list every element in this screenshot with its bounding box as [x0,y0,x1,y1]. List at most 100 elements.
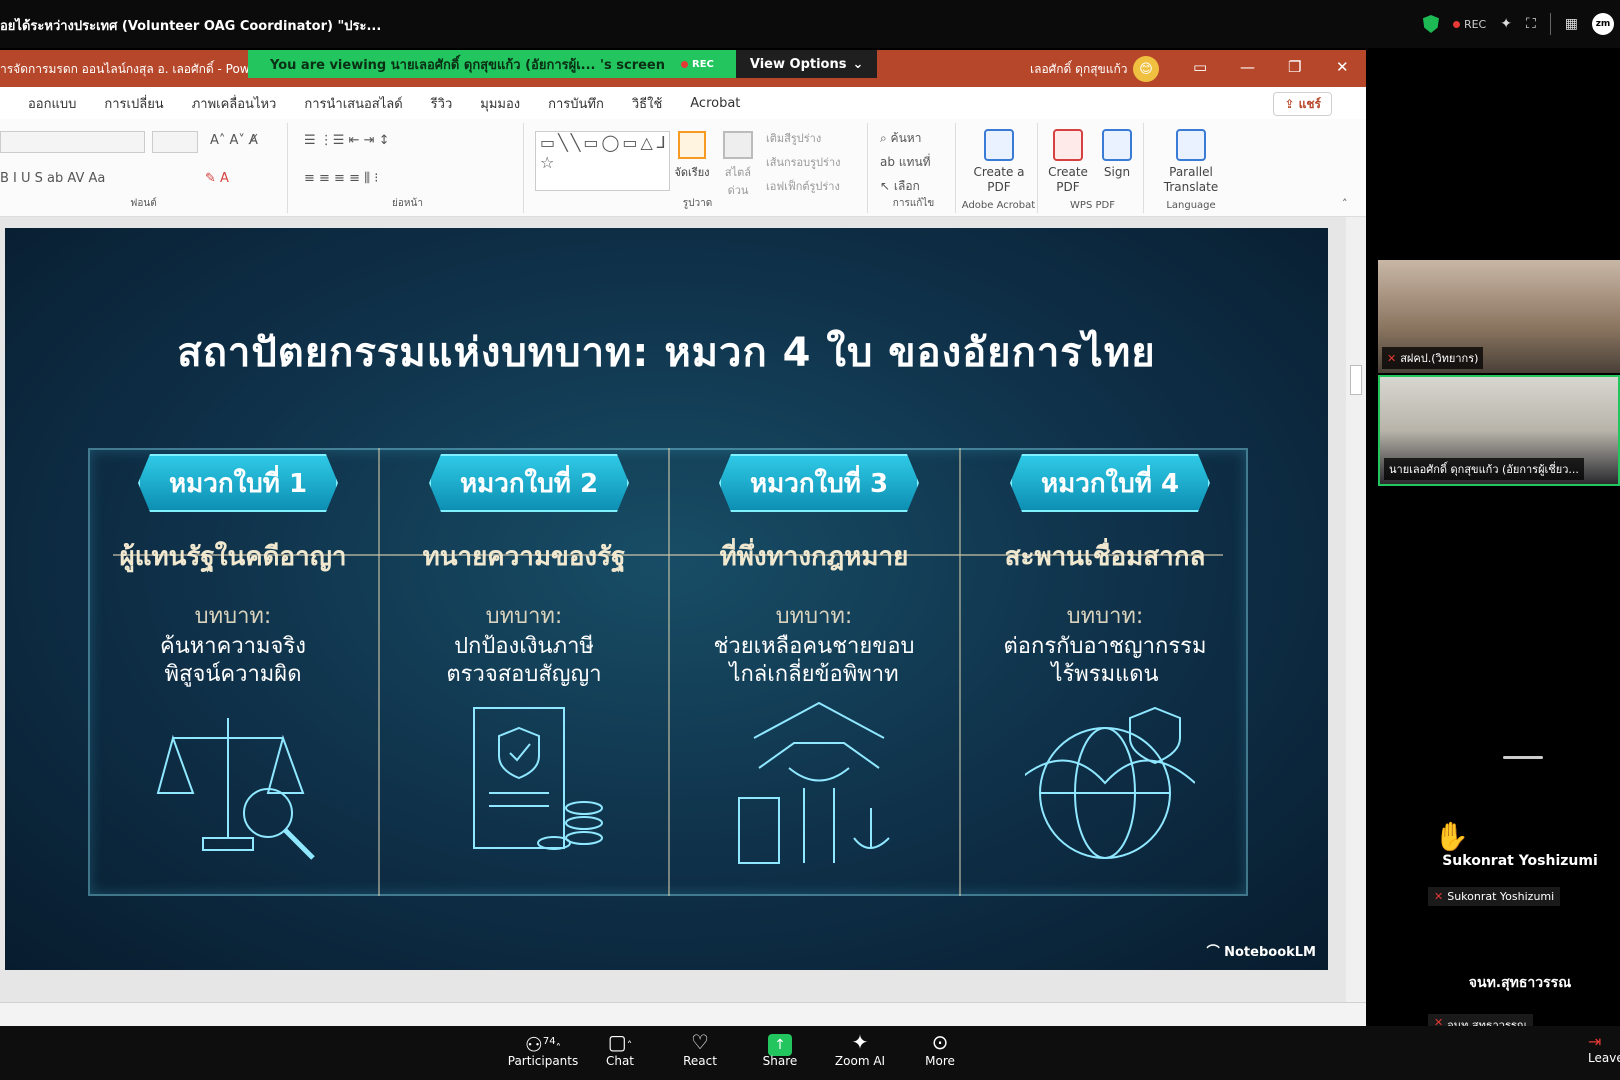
scales-magnifier-icon [156,718,315,860]
find-label: ค้นหา [890,131,922,145]
create-pdf-button[interactable]: Create PDF [1040,129,1096,195]
select-button[interactable]: ↖ เลือก [880,177,920,196]
share-label: Share [762,1054,798,1068]
share-icon: ↑ [745,1030,815,1056]
leave-label: Leave [1588,1051,1620,1065]
participants-count: 74 [542,1036,556,1047]
top-right-controls: REC ✦ ⛶ ▦ zm [1422,12,1620,36]
share-button[interactable]: ↑ Share [745,1030,815,1068]
handshake-door-icon [738,701,890,864]
adobe-acrobat-group: Create a PDF Adobe Acrobat [960,123,1038,213]
role-line: ตรวจสอบสัญญา [446,662,602,687]
replace-button[interactable]: ab แทนที่ [880,153,931,172]
video-tile-label: ✕ สฝคป.(วิทยากร) [1382,347,1484,369]
tab-design[interactable]: ออกแบบ [28,93,76,114]
font-size-select[interactable] [152,131,198,153]
parallel-translate-label: Parallel Translate [1163,165,1219,194]
quick-styles-label: สไตล์ด่วน [724,166,752,197]
tab-slideshow[interactable]: การนำเสนอสไลด์ [304,93,402,114]
tab-review[interactable]: รีวิว [431,93,453,114]
list-buttons[interactable]: ☰ ⋮☰ ⇤ ⇥ ↕ [304,133,390,148]
zoom-ai-button[interactable]: ✦ Zoom AI [825,1030,895,1068]
minimize-icon[interactable]: — [1240,58,1255,76]
more-label: More [925,1054,955,1068]
hat-subtitle: ที่พึ่งทางกฎหมาย [719,542,909,572]
active-speaker-tile[interactable]: นายเลอศักดิ์ ดุกสุขแก้ว (อัยการผู้เชี่ยว… [1378,375,1620,486]
participant-display-name: Sukonrat Yoshizumi [1442,853,1598,869]
shape-fill-button[interactable]: เติมสีรูปร่าง [766,129,821,147]
paragraph-group: ☰ ⋮☰ ⇤ ⇥ ↕ ≡ ≡ ≡ ≡ ⫼ ⁝ ย่อหน้า [292,123,524,213]
tab-recording[interactable]: การบันทึก [548,93,604,114]
replace-label: แทนที่ [898,155,931,169]
find-button[interactable]: ⌕ ค้นหา [880,129,921,148]
hat-subtitle: สะพานเชื่อมสากล [1004,542,1206,572]
hat-column-2: หมวกใบที่ 2 ทนายความของรัฐ บทบาท: ปกป้อง… [379,448,669,896]
editing-group-label: การแก้ไข [892,198,935,209]
slide-scrollbar[interactable] [1346,217,1366,1002]
mic-muted-icon: ✕ [1387,351,1397,365]
participant-name: นายเลอศักดิ์ ดุกสุขแก้ว (อัยการผู้เชี่ยว… [1389,463,1579,476]
view-layout-icon[interactable]: ▦ [1565,16,1578,32]
tab-acrobat[interactable]: Acrobat [690,96,740,111]
wps-group-label: WPS PDF [1070,200,1115,211]
view-options-label: View Options [749,56,847,72]
viewing-message: You are viewing นายเลอศักดิ์ ดุกสุขแก้ว … [248,50,736,78]
view-options-button[interactable]: View Options ⌄ [735,50,878,78]
tab-view[interactable]: มุมมอง [480,93,520,114]
hat-column-3: หมวกใบที่ 3 ที่พึ่งทางกฎหมาย บทบาท: ช่วย… [669,448,959,896]
participant-tile[interactable]: ✋ Sukonrat Yoshizumi ✕ Sukonrat Yoshizum… [1420,820,1620,906]
ribbon-display-icon[interactable]: ▭ [1193,58,1207,76]
quick-styles-button[interactable]: สไตล์ด่วน [716,131,760,199]
tab-animations[interactable]: ภาพเคลื่อนไหว [192,93,277,114]
chat-label: Chat [605,1054,635,1068]
chat-button[interactable]: ▢˄ Chat [585,1030,655,1068]
arrange-button[interactable]: จัดเรียง [670,131,714,181]
text-format-buttons[interactable]: B I U S ab AV Aa [0,171,105,186]
avatar[interactable]: 😊 [1133,56,1159,82]
align-buttons[interactable]: ≡ ≡ ≡ ≡ ⫼ ⁝ [304,171,378,186]
leave-button[interactable]: ⇥ Leave [1588,1032,1620,1065]
fullscreen-icon[interactable]: ⛶ [1526,16,1536,32]
heart-icon: ♡ [691,1030,709,1054]
zoom-logo-icon: zm [1592,13,1614,35]
shape-outline-button[interactable]: เส้นกรอบรูปร่าง [766,153,841,171]
font-group-label: ฟอนต์ [130,198,157,209]
shape-effects-button[interactable]: เอฟเฟ็กต์รูปร่าง [766,177,840,195]
tab-help[interactable]: วิธีใช้ [632,93,662,114]
shapes-gallery[interactable]: ▭╲╲▭◯▭△ᒧᒧ⇨⇩ᑕᑢ⌒{}☆ [535,131,670,191]
paragraph-group-label: ย่อหน้า [392,198,423,209]
hat-badge: หมวกใบที่ 2 [429,454,629,512]
restore-icon[interactable]: ❐ [1288,58,1301,76]
font-size-buttons[interactable]: A˄ A˅ A̸ [210,133,258,148]
react-button[interactable]: ♡ React [665,1030,735,1068]
hat-column-4: หมวกใบที่ 4 สะพานเชื่อมสากล บทบาท: ต่อกร… [960,448,1250,896]
parallel-translate-button[interactable]: Parallel Translate [1156,129,1226,195]
participants-button[interactable]: ⚇74˄ Participants [503,1030,583,1068]
participant-name: สฝคป.(วิทยากร) [1400,352,1479,365]
share-document-button[interactable]: ⇪ แชร์ [1273,92,1332,116]
editing-group: ⌕ ค้นหา ab แทนที่ ↖ เลือก การแก้ไข [872,123,956,213]
react-label: React [683,1054,717,1068]
role-line: ไร้พรมแดน [1051,662,1159,687]
close-icon[interactable]: ✕ [1336,58,1349,76]
sign-button[interactable]: Sign [1094,129,1140,180]
font-color-buttons[interactable]: ✎ A [205,171,229,186]
meeting-toolbar: ⚇74˄ Participants ▢˄ Chat ♡ React ↑ Shar… [0,1026,1620,1080]
more-button[interactable]: ⊙ More [905,1030,975,1068]
account-name[interactable]: เลอศักดิ์ ดุกสุขแก้ว [1030,60,1127,79]
font-name-select[interactable] [0,131,145,153]
scrollbar-thumb[interactable] [1350,365,1362,395]
encryption-shield-icon[interactable] [1422,15,1439,33]
create-a-pdf-label: Create a PDF [973,165,1025,194]
collapse-ribbon-icon[interactable]: ˄ [1342,197,1348,210]
participant-name: Sukonrat Yoshizumi [1447,890,1555,903]
create-a-pdf-button[interactable]: Create a PDF [971,129,1027,195]
divider [1549,13,1551,35]
rec-label: REC [1463,17,1487,31]
video-tile[interactable]: ✕ สฝคป.(วิทยากร) [1378,260,1620,373]
tab-transitions[interactable]: การเปลี่ยน [104,93,163,114]
slide-title: สถาปัตยกรรมแห่งบทบาท: หมวก 4 ใบ ของอัยกา… [177,330,1156,376]
ribbon: A˄ A˅ A̸ B I U S ab AV Aa ✎ A ฟอนต์ ☰ ⋮☰… [0,119,1366,217]
recording-indicator[interactable]: REC [1452,17,1487,31]
sparkle-icon[interactable]: ✦ [1500,16,1512,32]
